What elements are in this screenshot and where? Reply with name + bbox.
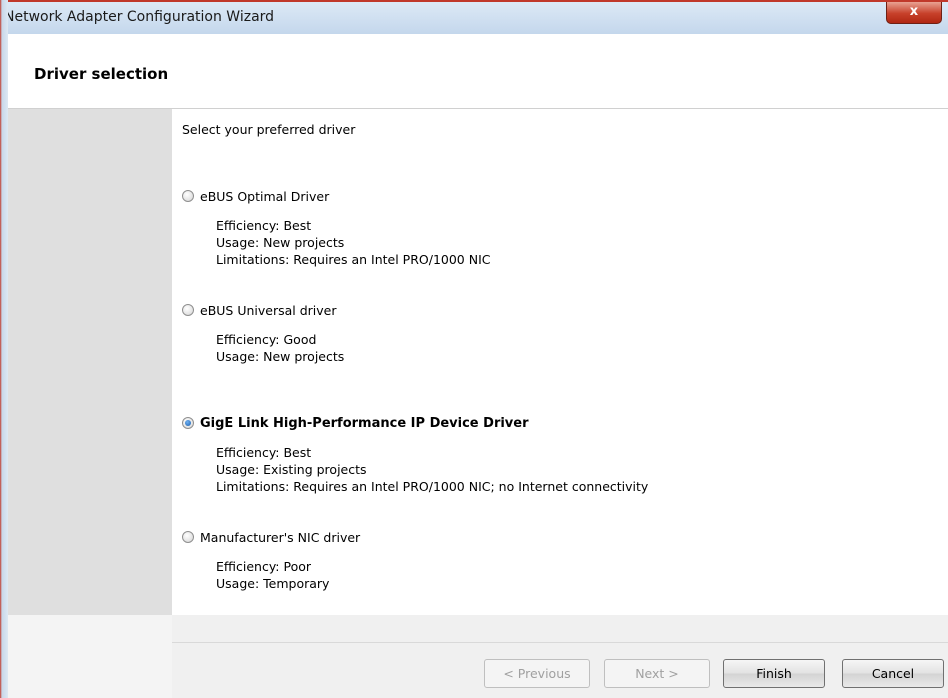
option-details: Efficiency: Best Usage: Existing project… xyxy=(216,444,648,495)
page-title: Driver selection xyxy=(34,65,169,83)
previous-button[interactable]: < Previous xyxy=(484,659,590,688)
title-bar: Network Adapter Configuration Wizard x xyxy=(0,2,948,34)
option-details: Efficiency: Good Usage: New projects xyxy=(216,331,344,365)
option-details: Efficiency: Best Usage: New projects Lim… xyxy=(216,217,491,268)
option-label[interactable]: eBUS Optimal Driver xyxy=(200,189,329,204)
detail-usage: Usage: Existing projects xyxy=(216,462,367,477)
cancel-button[interactable]: Cancel xyxy=(842,659,944,688)
radio-button[interactable] xyxy=(182,190,194,202)
window-frame-left xyxy=(0,0,8,698)
window-title: Network Adapter Configuration Wizard xyxy=(4,9,275,25)
detail-efficiency: Efficiency: Best xyxy=(216,218,312,233)
side-panel xyxy=(8,109,172,615)
next-button[interactable]: Next > xyxy=(604,659,710,688)
close-icon: x xyxy=(909,4,919,19)
detail-usage: Usage: New projects xyxy=(216,235,345,250)
detail-limitations: Limitations: Requires an Intel PRO/1000 … xyxy=(216,252,491,267)
content-area: Select your preferred driver eBUS Optima… xyxy=(172,109,948,642)
close-button[interactable]: x xyxy=(886,2,942,24)
detail-efficiency: Efficiency: Best xyxy=(216,445,312,460)
footer-side xyxy=(8,615,172,698)
radio-button[interactable] xyxy=(182,304,194,316)
instruction-text: Select your preferred driver xyxy=(182,122,356,137)
detail-efficiency: Efficiency: Good xyxy=(216,332,317,347)
radio-button[interactable] xyxy=(182,531,194,543)
option-label[interactable]: eBUS Universal driver xyxy=(200,303,337,318)
detail-limitations: Limitations: Requires an Intel PRO/1000 … xyxy=(216,479,649,494)
detail-usage: Usage: Temporary xyxy=(216,576,330,591)
detail-usage: Usage: New projects xyxy=(216,349,345,364)
footer-divider xyxy=(172,642,948,643)
wizard-header: Driver selection xyxy=(8,34,948,109)
radio-button-selected[interactable] xyxy=(182,417,194,429)
option-label[interactable]: Manufacturer's NIC driver xyxy=(200,530,360,545)
detail-efficiency: Efficiency: Poor xyxy=(216,559,312,574)
option-details: Efficiency: Poor Usage: Temporary xyxy=(216,558,329,592)
finish-button[interactable]: Finish xyxy=(723,659,825,688)
option-label[interactable]: GigE Link High-Performance IP Device Dri… xyxy=(200,416,529,431)
